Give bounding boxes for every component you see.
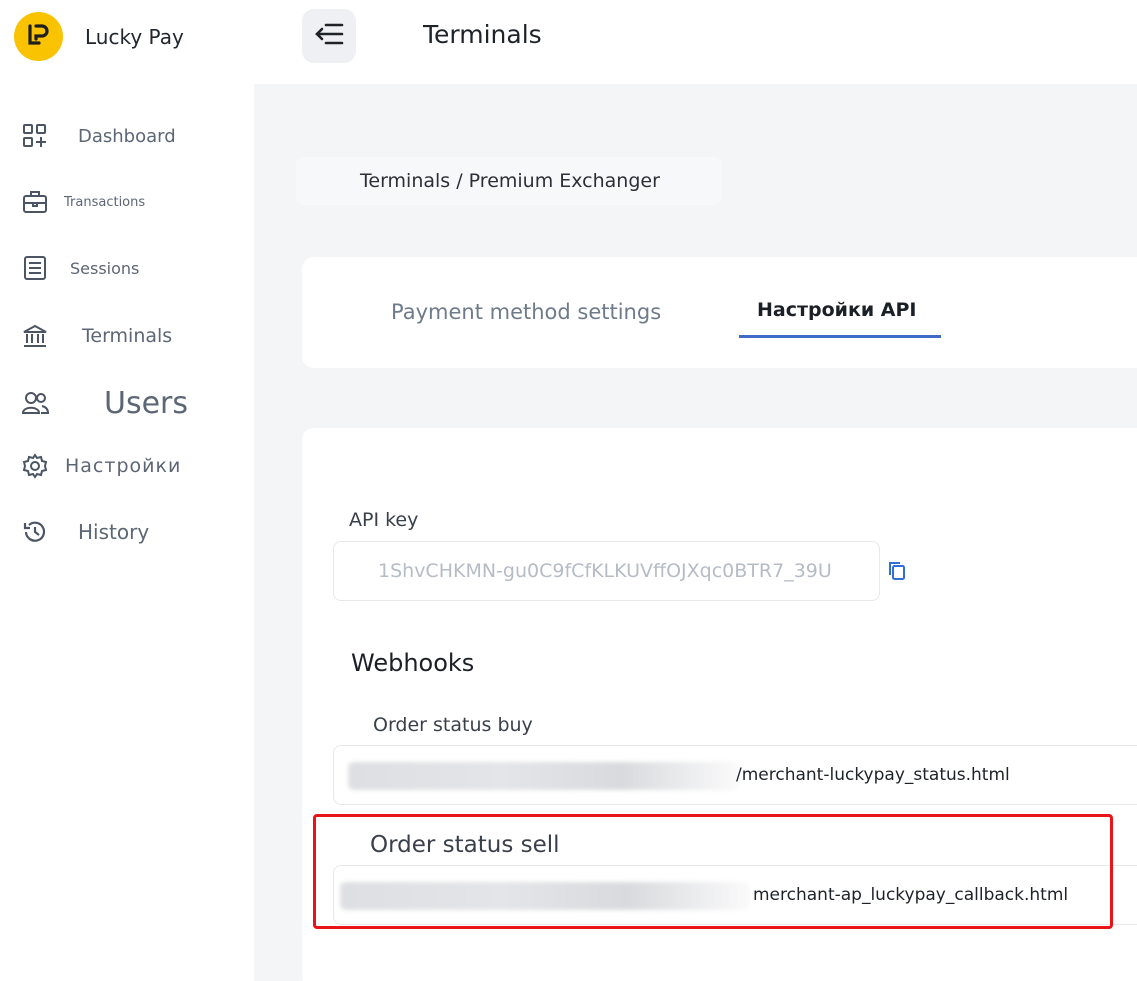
redacted-url-part: [348, 762, 738, 790]
sidebar-item-label: Sessions: [70, 258, 140, 278]
sidebar-item-label: Настройки: [65, 455, 182, 477]
order-status-buy-value: /merchant-luckypay_status.html: [736, 765, 1010, 785]
users-icon: [21, 389, 49, 417]
briefcase-icon: [21, 188, 49, 216]
sidebar-item-users[interactable]: Users: [0, 384, 254, 422]
sidebar-item-terminals[interactable]: Terminals: [0, 320, 254, 352]
sidebar-item-label: Transactions: [64, 194, 146, 210]
api-key-label: API key: [349, 509, 419, 531]
lucky-pay-logo-icon: [14, 12, 63, 61]
sidebar-item-settings[interactable]: Настройки: [0, 450, 254, 482]
sidebar-item-label: Users: [104, 385, 189, 421]
sidebar-item-label: Terminals: [82, 325, 173, 347]
sidebar: Lucky Pay Dashboard Transactions Session…: [0, 0, 254, 981]
tabs-card: Payment method settings Настройки API: [302, 257, 1137, 368]
breadcrumb: Terminals / Premium Exchanger: [296, 157, 722, 205]
sidebar-item-label: History: [78, 520, 150, 544]
sidebar-item-label: Dashboard: [78, 125, 176, 147]
order-status-buy-label: Order status buy: [373, 714, 533, 736]
dashboard-grid-icon: [21, 122, 49, 150]
sidebar-item-sessions[interactable]: Sessions: [0, 252, 254, 284]
active-tab-indicator: [739, 335, 941, 338]
tab-api-settings[interactable]: Настройки API: [757, 299, 917, 321]
webhooks-title: Webhooks: [351, 649, 475, 677]
brand[interactable]: Lucky Pay: [14, 12, 184, 61]
tab-payment-method-settings[interactable]: Payment method settings: [391, 300, 661, 324]
gear-icon: [21, 452, 49, 480]
bank-icon: [21, 322, 49, 350]
sidebar-item-history[interactable]: History: [0, 516, 254, 548]
history-icon: [21, 518, 49, 546]
top-header: Terminals: [254, 0, 1137, 84]
highlight-box: [313, 814, 1113, 929]
collapse-menu-button[interactable]: [302, 9, 356, 63]
sidebar-item-transactions[interactable]: Transactions: [0, 186, 254, 218]
page-title: Terminals: [423, 20, 542, 49]
brand-name: Lucky Pay: [85, 24, 184, 49]
api-key-field[interactable]: 1ShvCHKMN-gu0C9fCfKLKUVffOJXqc0BTR7_39U: [333, 541, 880, 601]
collapse-menu-icon: [314, 23, 344, 49]
copy-icon[interactable]: [888, 561, 906, 585]
order-status-buy-field[interactable]: /merchant-luckypay_status.html: [333, 745, 1137, 805]
sidebar-item-dashboard[interactable]: Dashboard: [0, 120, 254, 152]
document-list-icon: [21, 254, 49, 282]
